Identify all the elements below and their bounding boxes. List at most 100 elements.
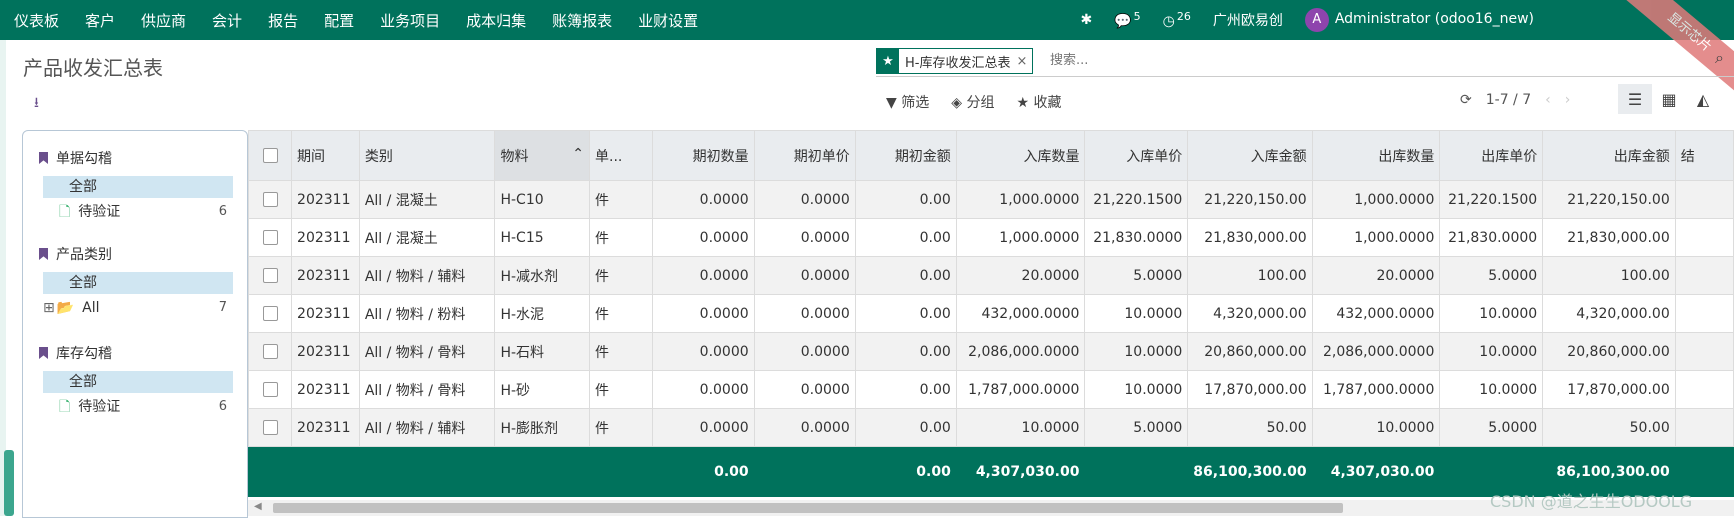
table-cell: 21,830.0000: [1084, 218, 1189, 257]
bookmark-icon: [39, 152, 48, 164]
column-header[interactable]: 出库金额: [1542, 130, 1676, 181]
menu-vendors[interactable]: 供应商: [141, 10, 186, 31]
search-icon[interactable]: ⌕: [1715, 48, 1724, 68]
column-header[interactable]: 结: [1674, 130, 1734, 181]
table-cell: H-膨胀剂: [494, 408, 590, 447]
menu-customers[interactable]: 客户: [85, 10, 115, 31]
table-cell: 0.0000: [753, 408, 856, 447]
row-checkbox[interactable]: [248, 256, 293, 295]
panel-item-all[interactable]: 全部: [43, 176, 233, 198]
top-navbar: 仪表板 客户 供应商 会计 报告 配置 业务项目 成本归集 账簿报表 业财设置 …: [0, 0, 1734, 100]
scrollbar-thumb[interactable]: [273, 503, 1343, 513]
table-row[interactable]: 202311 All / 混凝土 H-C15 件 0.0000 0.0000 0.00 1,0…: [248, 218, 1734, 257]
table-cell: 0.0000: [651, 370, 755, 409]
table-row[interactable]: 202311 All / 物料 / 粉料 H-水泥件 0.0000 0.0000 0.00…: [248, 294, 1734, 333]
column-header[interactable]: 出库数量: [1311, 130, 1441, 181]
select-all-checkbox[interactable]: [248, 130, 293, 181]
table-cell: 0.00: [854, 180, 957, 219]
filter-button[interactable]: ▼ 筛选: [886, 92, 929, 112]
group-by-button[interactable]: ◈ 分组: [951, 92, 994, 112]
menu-ledger-reports[interactable]: 账簿报表: [552, 10, 612, 31]
expand-icon[interactable]: ⊞: [43, 300, 55, 316]
company-switcher[interactable]: 广州欧易创: [1213, 10, 1283, 30]
column-header[interactable]: 出库单价: [1439, 130, 1544, 181]
column-header[interactable]: 期初数量: [651, 130, 755, 181]
table-cell: 10.0000: [955, 408, 1086, 447]
column-header[interactable]: 单...: [589, 130, 653, 181]
row-checkbox[interactable]: [248, 294, 293, 333]
document-icon: 🗋: [59, 399, 71, 415]
debug-bug-icon[interactable]: ✱: [1080, 12, 1092, 28]
user-menu[interactable]: A Administrator (odoo16_new): [1304, 8, 1534, 32]
column-header[interactable]: 类别: [358, 130, 496, 181]
row-checkbox[interactable]: [248, 180, 293, 219]
panel-group-title: 库存勾稽: [39, 343, 112, 363]
menu-business-projects[interactable]: 业务项目: [380, 10, 440, 31]
column-header[interactable]: 期初单价: [753, 130, 856, 181]
search-input[interactable]: [1048, 52, 1612, 69]
table-row[interactable]: 202311 All / 物料 / 辅料 H-减水剂件 0.0000 0.0000 0.0…: [248, 256, 1734, 295]
row-checkbox[interactable]: [248, 332, 293, 371]
table-cell: All / 物料 / 骨料: [358, 370, 496, 409]
table-cell: 0.0000: [753, 294, 856, 333]
watermark: CSDN @道之生生ODOOLG: [1490, 492, 1693, 511]
graph-view-icon[interactable]: ◭: [1686, 84, 1720, 114]
scroll-left-icon[interactable]: ◀: [254, 501, 262, 512]
table-cell: H-砂: [494, 370, 590, 409]
table-cell: 件: [589, 408, 653, 447]
filter-icon: ▼: [886, 95, 897, 111]
menu-accounting[interactable]: 会计: [212, 10, 242, 31]
table-cell: 1,000.0000: [955, 180, 1086, 219]
menu-cost-collection[interactable]: 成本归集: [466, 10, 526, 31]
menu-finance-settings[interactable]: 业财设置: [638, 10, 698, 31]
download-icon[interactable]: ⭳: [34, 92, 39, 116]
column-header[interactable]: 期间: [291, 130, 360, 181]
search-facet[interactable]: ★ H-库存收发汇总表 ×: [876, 48, 1034, 74]
avatar: A: [1304, 8, 1329, 32]
facet-remove-icon[interactable]: ×: [1016, 54, 1032, 69]
pager-value[interactable]: 1-7 / 7: [1486, 92, 1531, 108]
table-row[interactable]: 202311 All / 物料 / 辅料 H-膨胀剂件 0.0000 0.0000 0.0…: [248, 408, 1734, 447]
panel-item[interactable]: ⊞ 📂 All 7: [43, 297, 233, 319]
table-cell: 0.00: [854, 256, 957, 295]
table-cell: 21,830.0000: [1439, 218, 1544, 257]
pager-next-icon[interactable]: ›: [1565, 92, 1571, 108]
table-cell: 1,787,000.0000: [955, 370, 1086, 409]
table-row[interactable]: 202311 All / 混凝土 H-C10 件 0.0000 0.0000 0.00 1,0…: [248, 180, 1734, 219]
table-cell: 0.0000: [651, 408, 755, 447]
table-cell: 0.00: [854, 408, 957, 447]
pager-previous-icon[interactable]: ‹: [1545, 92, 1551, 108]
menu-configuration[interactable]: 配置: [324, 10, 354, 31]
table-cell: 0.0000: [651, 180, 755, 219]
search-bar: ★ H-库存收发汇总表 × ⌕: [876, 46, 1734, 77]
panel-item-all[interactable]: 全部: [43, 272, 233, 294]
column-header-sorted[interactable]: 物料 ⌃: [494, 130, 590, 181]
table-cell: H-石料: [494, 332, 590, 371]
table-row[interactable]: 202311 All / 物料 / 骨料 H-砂件 0.0000 0.0000 0.00 1…: [248, 370, 1734, 409]
column-header[interactable]: 入库金额: [1187, 130, 1313, 181]
view-switcher: ☰ ▦ ◭: [1618, 84, 1720, 114]
menu-reporting[interactable]: 报告: [268, 10, 298, 31]
total-opening-qty: 0.00: [651, 446, 755, 497]
row-checkbox[interactable]: [248, 218, 293, 257]
row-checkbox[interactable]: [248, 370, 293, 409]
panel-group-title: 产品类别: [39, 244, 112, 264]
list-view-icon[interactable]: ☰: [1618, 84, 1652, 114]
column-header[interactable]: 入库单价: [1084, 130, 1189, 181]
column-header[interactable]: 入库数量: [955, 130, 1086, 181]
panel-item-all[interactable]: 全部: [43, 371, 233, 393]
row-checkbox[interactable]: [248, 408, 293, 447]
activities-button[interactable]: ◷ 26: [1163, 10, 1191, 30]
favorites-button[interactable]: ★ 收藏: [1016, 92, 1061, 112]
table-cell: 202311: [291, 332, 360, 371]
table-row[interactable]: 202311 All / 物料 / 骨料 H-石料件 0.0000 0.0000 0.00…: [248, 332, 1734, 371]
refresh-icon[interactable]: ⟳: [1460, 92, 1472, 108]
panel-item[interactable]: 🗋 待验证 6: [59, 396, 233, 418]
left-drawer-handle[interactable]: [4, 450, 14, 516]
panel-item[interactable]: 🗋 待验证 6: [59, 201, 233, 223]
messages-button[interactable]: 💬 5: [1114, 10, 1140, 30]
menu-dashboard[interactable]: 仪表板: [14, 10, 59, 31]
pivot-view-icon[interactable]: ▦: [1652, 84, 1686, 114]
column-header[interactable]: 期初金额: [854, 130, 957, 181]
table-cell: 0.00: [854, 332, 957, 371]
